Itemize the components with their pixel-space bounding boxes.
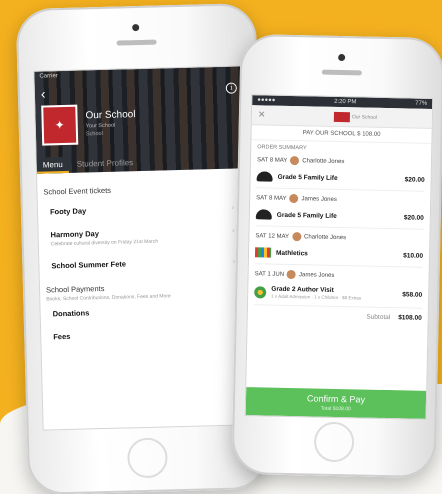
event-tickets-heading: School Event tickets	[43, 185, 112, 197]
close-icon[interactable]: ✕	[258, 109, 266, 120]
hands-icon	[255, 209, 272, 220]
menu-item-label: Harmony Day	[50, 229, 100, 240]
order-date: SAT 8 MAY	[256, 194, 287, 202]
student-name: James Jones	[301, 195, 337, 203]
tab-student-profiles[interactable]: Student Profiles	[69, 155, 142, 173]
avatar	[289, 193, 299, 204]
student-name: Charlotte Jones	[304, 233, 347, 241]
subtotal-value: $108.00	[398, 314, 422, 322]
menu-item-label: Donations	[52, 308, 90, 319]
menu-item-label: Footy Day	[49, 206, 87, 217]
school-name: Our School	[85, 109, 136, 122]
menu-item-label: School Summer Fete	[51, 259, 127, 271]
chevron-right-icon: ›	[231, 202, 235, 212]
order-group: SAT 1 JUN James Jones Grade 2 Author Vis…	[248, 264, 429, 309]
mathletics-icon	[254, 247, 272, 258]
student-name: Charlotte Jones	[302, 157, 345, 165]
earpiece-speaker	[321, 69, 362, 76]
confirm-pay-total: Total $108.00	[320, 405, 351, 413]
order-item-price: $10.00	[403, 251, 424, 260]
back-arrow-icon[interactable]: ‹	[41, 85, 46, 101]
front-camera	[338, 53, 346, 62]
order-date: SAT 1 JUN	[254, 270, 285, 278]
order-item-price: $58.00	[402, 291, 423, 299]
payment-header: ✕ Our School	[251, 105, 433, 129]
info-icon[interactable]: i	[225, 82, 237, 94]
confirm-pay-button[interactable]: Confirm & Pay Total $108.00	[245, 387, 427, 419]
school-subtitle-2: School	[85, 130, 103, 138]
menu-item-description: Celebrate cultural diversity on Friday 2…	[50, 238, 159, 248]
school-logo-text: Our School	[351, 113, 377, 121]
menu-list: School Event tickets Footy Day › Harmony…	[37, 168, 250, 354]
tab-menu[interactable]: Menu	[36, 156, 69, 174]
carrier-text: Carrier	[39, 73, 58, 80]
order-group: SAT 8 MAY James Jones Grade 5 Family Lif…	[250, 188, 431, 230]
avatar	[291, 232, 302, 242]
school-hero-banner: Carrier ‹ i ✦ Our School Your School Sch…	[34, 66, 245, 174]
earpiece-speaker	[116, 39, 157, 46]
order-item-name: Mathletics	[275, 249, 308, 257]
menu-item-label: Fees	[53, 331, 71, 342]
avatar	[290, 155, 300, 166]
subtotal-row: Subtotal $108.00	[248, 305, 428, 328]
hands-icon	[256, 171, 273, 182]
school-menu-screen: Carrier ‹ i ✦ Our School Your School Sch…	[33, 65, 253, 431]
signal-indicator: ●●●●●	[257, 97, 276, 104]
order-item-price: $20.00	[403, 213, 424, 222]
menu-item-fees[interactable]: Fees ›	[47, 320, 244, 348]
menu-item-harmony-day[interactable]: Harmony Day Celebrate cultural diversity…	[44, 218, 241, 254]
order-item-name: Grade 5 Family Life	[276, 211, 337, 220]
phone-right: ●●●●● 2:20 PM 77% ✕ Our School PAY OUR S…	[231, 33, 442, 479]
home-button[interactable]	[313, 421, 355, 463]
payment-screen: ●●●●● 2:20 PM 77% ✕ Our School PAY OUR S…	[244, 94, 434, 420]
status-time: 2:20 PM	[334, 98, 357, 106]
order-group: SAT 12 MAY Charlotte Jones Mathletics $1…	[249, 226, 430, 268]
status-bar: Carrier	[34, 66, 242, 81]
order-item-price: $20.00	[404, 175, 425, 184]
order-date: SAT 8 MAY	[256, 156, 288, 164]
avatar	[286, 269, 297, 280]
home-button[interactable]	[126, 437, 168, 479]
order-item-name: Grade 5 Family Life	[277, 173, 338, 182]
order-date: SAT 12 MAY	[255, 232, 290, 240]
order-group: SAT 8 MAY Charlotte Jones Grade 5 Family…	[250, 150, 431, 192]
chevron-right-icon: ›	[231, 225, 235, 235]
battery-level: 77%	[415, 100, 428, 107]
front-camera	[132, 23, 140, 32]
author-icon	[254, 285, 267, 299]
school-logo-small	[333, 111, 351, 122]
student-name: James Jones	[298, 271, 335, 279]
order-item-details: 1 x Adult Admission · 1 x Children · $8 …	[271, 293, 362, 301]
menu-item-summer-fete[interactable]: School Summer Fete ›	[45, 249, 242, 277]
subtotal-label: Subtotal	[366, 313, 391, 322]
school-logo: ✦	[41, 104, 79, 146]
order-item-name: Grade 2 Author Visit	[271, 285, 334, 294]
school-subtitle: Your School	[85, 122, 116, 130]
phone-left: Carrier ‹ i ✦ Our School Your School Sch…	[15, 2, 269, 494]
